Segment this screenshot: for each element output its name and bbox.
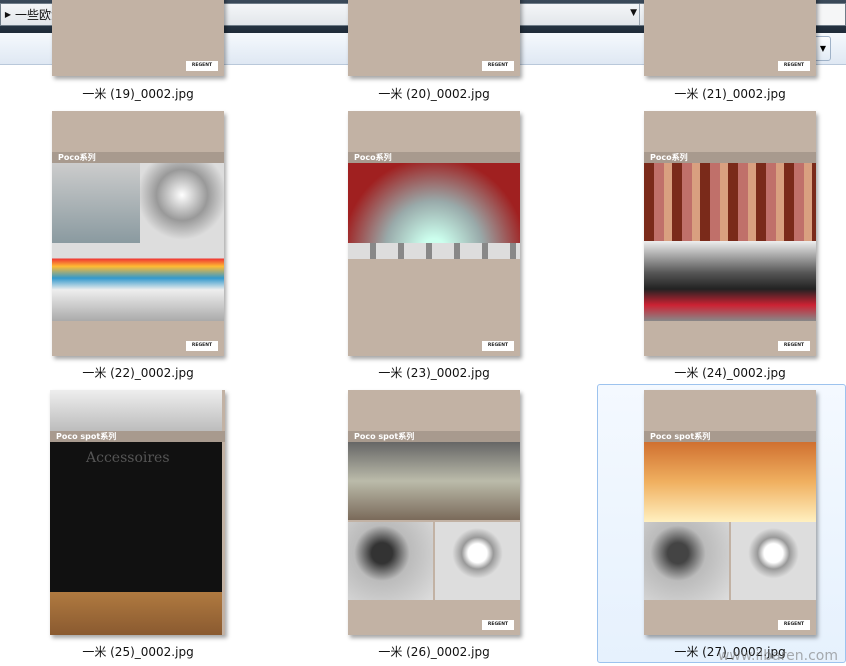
file-name-label[interactable]: 一米 (21)_0002.jpg bbox=[620, 85, 840, 102]
file-name-label[interactable]: 一米 (26)_0002.jpg bbox=[324, 643, 544, 660]
thumbnail-series-band: Poco系列 bbox=[348, 152, 520, 163]
regent-logo: REGENT bbox=[482, 620, 514, 630]
file-name-label[interactable]: 一米 (22)_0002.jpg bbox=[28, 364, 248, 381]
file-thumbnail[interactable]: Poco spot系列 Accessoires bbox=[50, 390, 225, 635]
thumbnail-photo bbox=[644, 442, 816, 522]
thumbnail-photo bbox=[731, 522, 816, 600]
thumbnail-series-band: Poco spot系列 bbox=[644, 431, 816, 442]
thumbnail-photo bbox=[348, 522, 433, 600]
thumbnail-photo bbox=[644, 163, 816, 241]
file-thumbnail[interactable]: REGENT bbox=[644, 0, 816, 76]
thumbnail-photo bbox=[435, 522, 520, 600]
file-thumbnail[interactable]: REGENT bbox=[52, 0, 224, 76]
regent-logo: REGENT bbox=[482, 341, 514, 351]
thumbnail-series-band: Poco系列 bbox=[644, 152, 816, 163]
regent-logo: REGENT bbox=[778, 61, 810, 71]
file-name-label[interactable]: 一米 (23)_0002.jpg bbox=[324, 364, 544, 381]
file-name-label[interactable]: 一米 (19)_0002.jpg bbox=[28, 85, 248, 102]
regent-logo: REGENT bbox=[482, 61, 514, 71]
thumbnail-photo bbox=[50, 592, 222, 635]
file-name-label[interactable]: 一米 (25)_0002.jpg bbox=[28, 643, 248, 660]
thumbnail-photo bbox=[52, 163, 140, 243]
view-dropdown-icon[interactable]: ▼ bbox=[816, 37, 830, 60]
file-thumbnail[interactable]: Poco系列 REGENT bbox=[52, 111, 224, 356]
regent-logo: REGENT bbox=[778, 341, 810, 351]
file-thumbnail[interactable]: Poco系列 REGENT bbox=[348, 111, 520, 356]
watermark: www.ilbaren.com bbox=[717, 648, 838, 664]
thumbnail-sign-text: Accessoires bbox=[86, 450, 170, 466]
file-thumbnail[interactable]: REGENT bbox=[348, 0, 520, 76]
breadcrumb-arrow-icon[interactable]: ▶ bbox=[1, 10, 15, 19]
thumbnail-series-band: Poco系列 bbox=[52, 152, 224, 163]
thumbnail-photo bbox=[644, 241, 816, 321]
thumbnail-photo bbox=[140, 163, 224, 243]
thumbnail-series-band: Poco spot系列 bbox=[50, 431, 225, 442]
thumbnail-photo bbox=[348, 163, 520, 243]
file-thumbnail[interactable]: Poco spot系列 REGENT bbox=[644, 390, 816, 635]
file-name-label[interactable]: 一米 (20)_0002.jpg bbox=[324, 85, 544, 102]
address-dropdown-icon[interactable]: ▼ bbox=[630, 8, 637, 18]
thumbnail-photo bbox=[644, 522, 729, 600]
regent-logo: REGENT bbox=[778, 620, 810, 630]
file-thumbnail[interactable]: Poco系列 REGENT bbox=[644, 111, 816, 356]
regent-logo: REGENT bbox=[186, 341, 218, 351]
thumbnail-photo bbox=[348, 442, 520, 520]
thumbnail-photo bbox=[348, 243, 520, 259]
file-thumbnail[interactable]: Poco spot系列 REGENT bbox=[348, 390, 520, 635]
file-name-label[interactable]: 一米 (24)_0002.jpg bbox=[620, 364, 840, 381]
regent-logo: REGENT bbox=[186, 61, 218, 71]
thumbnail-series-band: Poco spot系列 bbox=[348, 431, 520, 442]
thumbnail-photo bbox=[50, 390, 222, 432]
thumbnail-photo bbox=[52, 243, 224, 321]
